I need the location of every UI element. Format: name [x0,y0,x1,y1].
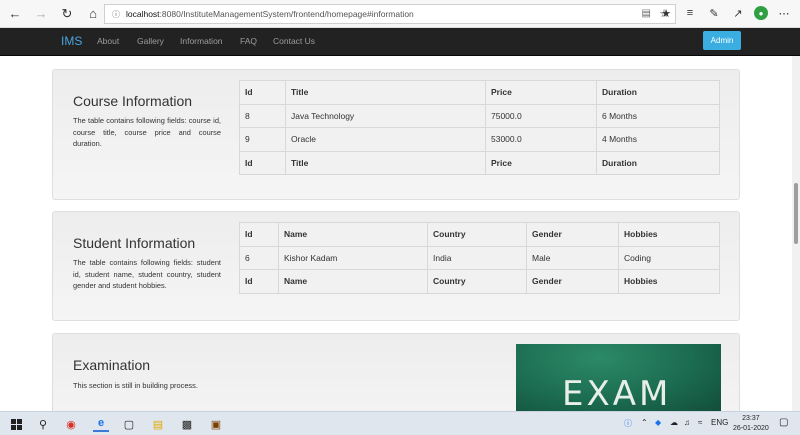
col-id: Id [239,269,279,294]
col-id: Id [239,222,279,247]
terminal-icon[interactable]: ▩ [179,416,195,432]
nav-faq[interactable]: FAQ [240,36,257,46]
examination-title: Examination [73,357,151,373]
browser-actions: ★ ≡ ✎ ↗ ● ⋯ [658,4,792,22]
table-header-row: Id Title Price Duration [239,80,720,105]
col-name: Name [278,269,428,294]
help-icon[interactable]: ⓘ [624,418,632,429]
table-row: 8 Java Technology 75000.0 6 Months [239,103,720,128]
course-info-title: Course Information [73,93,193,109]
page-content: Course Information The table contains fo… [0,56,792,411]
more-icon[interactable]: ⋯ [776,4,792,22]
col-duration: Duration [596,150,720,175]
cell-duration: 6 Months [596,103,720,128]
show-hidden-icons[interactable]: ⌃ [641,418,648,427]
cell-id: 9 [239,127,286,152]
table-row: 6 Kishor Kadam India Male Coding [239,245,720,270]
nav-gallery[interactable]: Gallery [137,36,164,46]
course-information-panel: Course Information The table contains fo… [52,69,740,200]
reading-list-icon[interactable]: ≡ [682,4,698,22]
col-price: Price [485,80,597,105]
table-footer-row: Id Title Price Duration [239,150,720,175]
course-info-description: The table contains following fields: cou… [73,116,221,148]
favorites-icon[interactable]: ★ [658,4,674,22]
cell-duration: 4 Months [596,127,720,152]
forward-icon[interactable]: → [30,3,52,25]
nav-information[interactable]: Information [180,36,223,46]
url-path: :8080/InstituteManagementSystem/frontend… [159,9,414,19]
col-id: Id [239,80,286,105]
cell-price: 53000.0 [485,127,597,152]
table-header-row: Id Name Country Gender Hobbies [239,222,720,247]
info-icon[interactable]: ⓘ [109,9,123,20]
scrollbar-thumb[interactable] [794,183,798,244]
exam-chalkboard-image: EXAM [516,344,721,411]
back-icon[interactable]: ← [4,3,26,25]
col-id: Id [239,150,286,175]
col-duration: Duration [596,80,720,105]
windows-taskbar: ⚲ ◉ e ▢ ▤ ▩ ▣ ⓘ ⌃ ◆ ☁ ♫ ≈ ENG 23:37 26-0… [0,411,800,435]
clock-time: 23:37 [742,415,760,422]
student-info-title: Student Information [73,235,196,251]
wifi-icon[interactable]: ≈ [698,418,702,427]
reading-view-icon[interactable]: ▤ [642,8,651,19]
nav-about[interactable]: About [97,36,119,46]
taskbar-clock[interactable]: 23:37 26-01-2020 [733,414,769,433]
app-window-icon[interactable]: ▢ [121,416,137,432]
course-table: Id Title Price Duration 8 Java Technolog… [239,80,720,175]
cell-name: Kishor Kadam [278,245,428,270]
student-info-description: The table contains following fields: stu… [73,258,221,290]
col-name: Name [278,222,428,247]
dropbox-icon[interactable]: ◆ [655,418,661,427]
col-price: Price [485,150,597,175]
app-icon[interactable]: ▣ [208,416,224,432]
cell-price: 75000.0 [485,103,597,128]
col-hobbies: Hobbies [618,222,720,247]
refresh-icon[interactable]: ↻ [56,3,78,25]
chrome-icon[interactable]: ◉ [63,416,79,432]
cell-title: Java Technology [285,103,486,128]
student-information-panel: Student Information The table contains f… [52,211,740,321]
clock-date: 26-01-2020 [733,424,769,432]
windows-start-icon[interactable] [8,416,24,432]
brand-logo[interactable]: IMS [61,34,82,48]
url-host: localhost [126,9,160,19]
nav-contact-us[interactable]: Contact Us [273,36,315,46]
file-explorer-icon[interactable]: ▤ [150,416,166,432]
cell-id: 8 [239,103,286,128]
exam-image-text: EXAM [562,374,672,411]
browser-toolbar: ← → ↻ ⌂ ⓘ localhost :8080/InstituteManag… [0,0,800,28]
pen-icon[interactable]: ✎ [706,4,722,22]
table-row: 9 Oracle 53000.0 4 Months [239,127,720,152]
site-navbar: IMS About Gallery Information FAQ Contac… [0,28,800,56]
profile-icon[interactable]: ● [754,6,768,20]
cell-hobbies: Coding [618,245,720,270]
table-footer-row: Id Name Country Gender Hobbies [239,269,720,294]
home-icon[interactable]: ⌂ [82,3,104,25]
col-gender: Gender [526,269,619,294]
address-bar[interactable]: ⓘ localhost :8080/InstituteManagementSys… [104,4,676,24]
share-icon[interactable]: ↗ [730,4,746,22]
col-country: Country [427,222,527,247]
admin-button[interactable]: Admin [703,31,741,50]
cell-id: 6 [239,245,279,270]
col-gender: Gender [526,222,619,247]
language-indicator[interactable]: ENG [711,418,728,427]
search-icon[interactable]: ⚲ [35,416,51,432]
col-country: Country [427,269,527,294]
volume-icon[interactable]: ♫ [684,418,690,427]
examination-panel: Examination This section is still in bui… [52,333,740,411]
cell-title: Oracle [285,127,486,152]
examination-description: This section is still in building proces… [73,381,198,390]
student-table: Id Name Country Gender Hobbies 6 Kishor … [239,222,720,294]
col-hobbies: Hobbies [618,269,720,294]
onedrive-icon[interactable]: ☁ [670,418,678,427]
edge-icon[interactable]: e [93,416,109,432]
col-title: Title [285,80,486,105]
page-scrollbar[interactable] [792,56,800,411]
col-title: Title [285,150,486,175]
cell-country: India [427,245,527,270]
cell-gender: Male [526,245,619,270]
notifications-icon[interactable]: ▢ [779,417,788,428]
